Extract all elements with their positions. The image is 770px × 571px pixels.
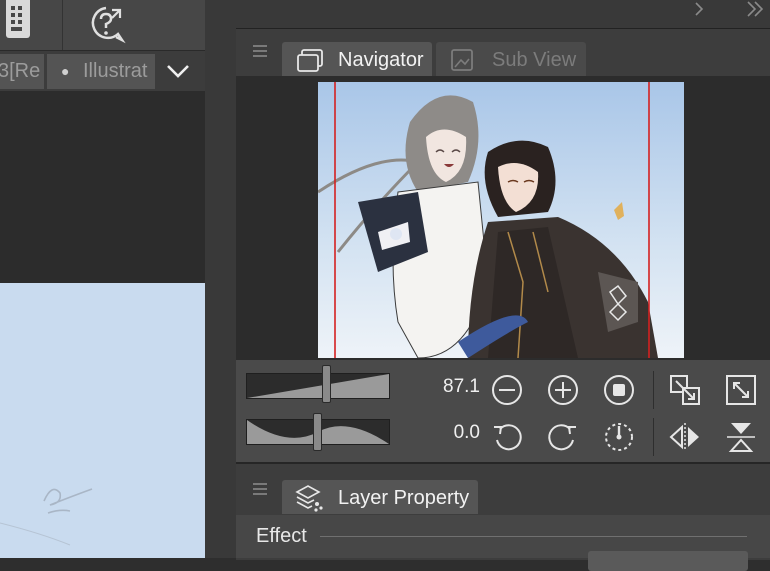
fit-window-icon [670, 375, 700, 405]
left-toolbar [0, 0, 205, 50]
rotate-value: 0.0 [453, 422, 480, 443]
tab-label: Sub View [492, 49, 577, 71]
device-icon[interactable] [4, 0, 34, 44]
minus-circle-icon [492, 375, 522, 405]
collapse-right-icon[interactable] [745, 0, 769, 20]
fit-window-button[interactable] [668, 373, 702, 407]
effect-button[interactable] [588, 551, 748, 571]
effect-section-label: Effect [256, 525, 307, 547]
panel-strip [205, 0, 770, 28]
panel-menu-icon[interactable] [252, 44, 268, 58]
zoom-slider-thumb[interactable] [321, 365, 331, 403]
toolbar-separator [62, 0, 63, 50]
subview-icon [451, 49, 473, 71]
document-tab-label: 3[Re [0, 60, 41, 82]
navigator-icon [297, 49, 323, 72]
tab-navigator[interactable]: Navigator [282, 42, 432, 76]
zoom-slider[interactable] [246, 373, 390, 399]
flip-vertical-button[interactable] [724, 420, 758, 454]
flip-vertical-icon [727, 423, 755, 452]
tab-sub-view[interactable]: Sub View [436, 42, 586, 76]
rotate-right-icon [548, 424, 576, 451]
tab-label: Navigator [338, 49, 424, 71]
document-tabbar: 3[Re ● Illustrat [0, 50, 205, 91]
plus-circle-icon [548, 375, 578, 405]
artwork-thumbnail [318, 82, 684, 358]
effect-divider [320, 536, 747, 537]
panel-divider[interactable] [205, 0, 236, 558]
zoom-slider-ramp [247, 374, 389, 398]
rotate-left-button[interactable] [490, 420, 524, 454]
button-separator [653, 371, 654, 409]
actual-size-button[interactable] [724, 373, 758, 407]
document-tab-label: Illustrat [83, 60, 148, 82]
navigator-controls: 87.1 0.0 [236, 360, 770, 462]
chevron-right-icon[interactable] [689, 0, 709, 20]
chevron-down-icon[interactable] [164, 59, 192, 83]
rotate-right-button[interactable] [546, 420, 580, 454]
reset-rotation-icon [605, 423, 633, 451]
button-separator [653, 418, 654, 456]
rotate-left-icon [494, 424, 522, 451]
stop-button[interactable] [602, 373, 636, 407]
zoom-out-button[interactable] [490, 373, 524, 407]
rotate-slider-thumb[interactable] [313, 413, 322, 451]
tab-label: Layer Property [338, 487, 470, 509]
stop-circle-icon [604, 375, 634, 405]
signature-mark [0, 488, 93, 546]
flip-horizontal-icon [669, 423, 699, 451]
reset-rotation-button[interactable] [602, 420, 636, 454]
zoom-in-button[interactable] [546, 373, 580, 407]
canvas-background [0, 91, 205, 283]
modified-dot-icon: ● [61, 63, 70, 79]
document-tab-1[interactable]: 3[Re [0, 54, 44, 89]
flip-horizontal-button[interactable] [668, 420, 702, 454]
navigator-preview[interactable] [318, 82, 684, 358]
panel-menu-icon[interactable] [252, 482, 268, 496]
document-tab-illustration[interactable]: ● Illustrat [47, 54, 155, 89]
canvas[interactable] [0, 283, 205, 558]
help-icon[interactable] [86, 4, 126, 44]
tab-layer-property[interactable]: Layer Property [282, 480, 478, 514]
layer-property-icon [295, 485, 323, 512]
zoom-value: 87.1 [443, 376, 480, 397]
expand-icon [726, 375, 756, 405]
